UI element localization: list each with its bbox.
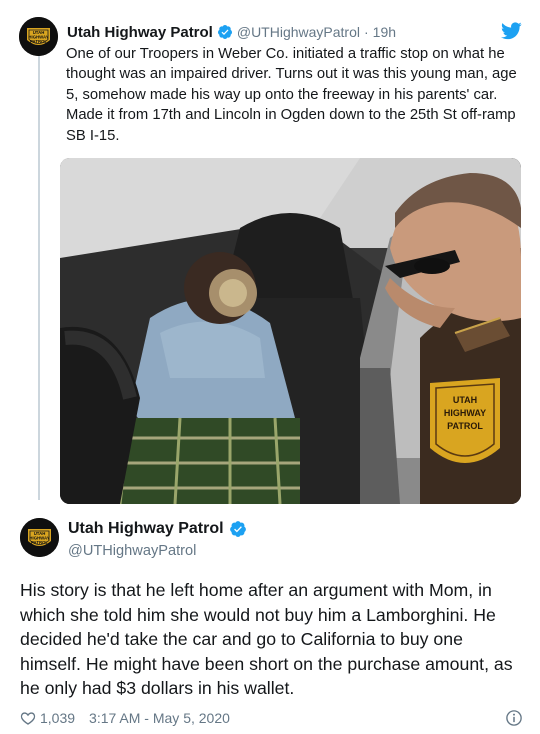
author-handle[interactable]: @UTHighwayPatrol (237, 24, 360, 40)
verified-badge-icon (229, 521, 246, 537)
heart-icon (20, 712, 36, 725)
like-count: 1,039 (40, 710, 76, 726)
author-name-row: Utah Highway Patrol (68, 520, 251, 538)
photo-trooper-with-child: UTAH HIGHWAY PATROL (60, 158, 521, 504)
tweet-header: Utah Highway Patrol @UTHighwayPatrol · 1… (67, 22, 396, 42)
svg-text:UTAH: UTAH (453, 395, 477, 405)
tweet-time[interactable]: 19h (373, 24, 396, 40)
uhp-badge-icon: UTAH HIGHWAY PATROL (20, 518, 59, 557)
verified-badge-icon (217, 25, 232, 39)
info-icon[interactable] (505, 709, 523, 727)
tweet-photo[interactable]: UTAH HIGHWAY PATROL (60, 158, 521, 504)
svg-text:PATROL: PATROL (30, 39, 47, 44)
thread-connector-line (38, 52, 40, 500)
twitter-bird-icon[interactable] (501, 22, 522, 40)
tweet-timestamp[interactable]: 3:17 AM - May 5, 2020 (89, 710, 230, 726)
tweet-text: His story is that he left home after an … (20, 580, 513, 699)
author-handle[interactable]: @UTHighwayPatrol (68, 543, 196, 559)
author-name[interactable]: Utah Highway Patrol (68, 520, 224, 538)
avatar[interactable]: UTAH HIGHWAY PATROL (20, 518, 59, 557)
separator-dot: · (364, 24, 369, 40)
svg-text:PATROL: PATROL (447, 421, 483, 431)
svg-text:HIGHWAY: HIGHWAY (444, 408, 486, 418)
svg-text:PATROL: PATROL (31, 540, 48, 545)
tweet-footer: 1,039 3:17 AM - May 5, 2020 (20, 708, 525, 728)
like-button[interactable]: 1,039 (20, 710, 89, 726)
tweet-text: One of our Troopers in Weber Co. initiat… (66, 46, 517, 144)
avatar[interactable]: UTAH HIGHWAY PATROL (19, 17, 58, 56)
uhp-badge-icon: UTAH HIGHWAY PATROL (19, 17, 58, 56)
author-name[interactable]: Utah Highway Patrol (67, 24, 213, 41)
